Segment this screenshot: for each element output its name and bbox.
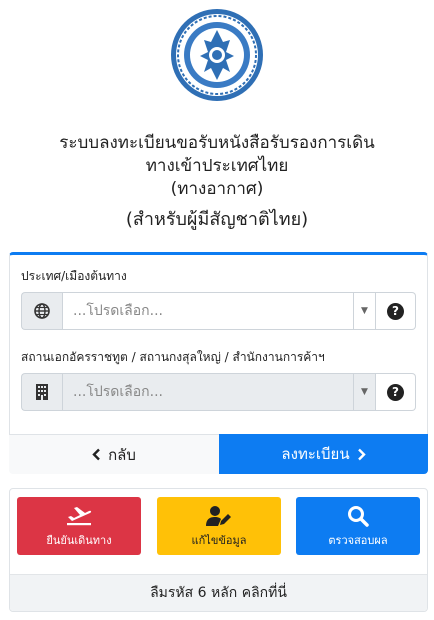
register-button[interactable]: ลงทะเบียน xyxy=(219,434,428,474)
user-edit-icon xyxy=(206,504,232,528)
building-icon xyxy=(21,373,62,411)
origin-help-button[interactable]: ? xyxy=(376,292,416,330)
search-icon xyxy=(347,504,369,528)
back-button[interactable]: กลับ xyxy=(9,434,219,474)
embassy-select-value: ...โปรดเลือก... xyxy=(73,384,163,400)
origin-label: ประเทศ/เมืองต้นทาง xyxy=(21,269,127,283)
chevron-left-icon xyxy=(92,448,100,461)
form-button-row: กลับ ลงทะเบียน xyxy=(9,434,428,474)
chevron-down-icon[interactable]: ▼ xyxy=(353,374,375,410)
confirm-travel-button[interactable]: ยืนยันเดินทาง xyxy=(17,497,141,555)
chevron-down-icon[interactable]: ▼ xyxy=(353,293,375,329)
page-title-line-3: (ทางอากาศ) xyxy=(170,179,264,199)
page-subtitle: (สำหรับผู้มีสัญชาติไทย) xyxy=(125,209,309,230)
origin-select-value: ...โปรดเลือก... xyxy=(73,303,163,319)
register-button-label: ลงทะเบียน xyxy=(281,445,350,463)
embassy-label: สถานเอกอัครราชทูต / สถานกงสุลใหญ่ / สำนั… xyxy=(21,350,325,364)
embassy-help-button[interactable]: ? xyxy=(376,373,416,411)
page-title-line-2: ทางเข้าประเทศไทย xyxy=(145,156,289,176)
edit-info-label: แก้ไขข้อมูล xyxy=(191,533,247,547)
check-result-label: ตรวจสอบผล xyxy=(328,533,388,547)
page-header: ระบบลงทะเบียนขอรับหนังสือรับรองการเดิน ท… xyxy=(0,132,434,232)
origin-select[interactable]: ...โปรดเลือก... ▼ xyxy=(62,292,376,330)
confirm-travel-label: ยืนยันเดินทาง xyxy=(46,533,112,547)
check-result-button[interactable]: ตรวจสอบผล xyxy=(296,497,420,555)
embassy-select-group: ...โปรดเลือก... ▼ ? xyxy=(21,373,416,411)
origin-select-group: ...โปรดเลือก... ▼ ? xyxy=(21,292,416,330)
globe-icon xyxy=(21,292,62,330)
actions-card: ยืนยันเดินทาง แก้ไขข้อมูล ตรวจสอบผล ลืมร… xyxy=(9,488,428,612)
government-seal-logo xyxy=(168,6,266,104)
page-title-line-1: ระบบลงทะเบียนขอรับหนังสือรับรองการเดิน xyxy=(59,133,375,153)
question-circle-icon: ? xyxy=(387,383,404,401)
back-button-label: กลับ xyxy=(108,445,136,464)
embassy-select[interactable]: ...โปรดเลือก... ▼ xyxy=(62,373,376,411)
edit-info-button[interactable]: แก้ไขข้อมูล xyxy=(157,497,281,555)
chevron-right-icon xyxy=(357,448,366,460)
question-circle-icon: ? xyxy=(387,302,404,320)
plane-departure-icon xyxy=(66,504,92,528)
registration-form-card: ประเทศ/เมืองต้นทาง ...โปรดเลือก... ▼ ? ส… xyxy=(9,252,428,474)
forgot-code-link[interactable]: ลืมรหัส 6 หลัก คลิกที่นี่ xyxy=(10,574,427,611)
